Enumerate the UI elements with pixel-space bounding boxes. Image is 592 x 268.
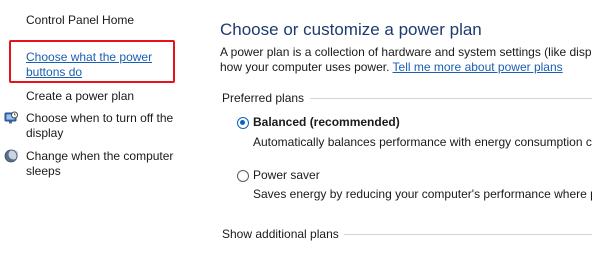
power-options-window: Control Panel Home Choose what the power… <box>0 0 592 268</box>
description-line-1: A power plan is a collection of hardware… <box>220 45 592 59</box>
balanced-radio[interactable] <box>237 117 249 129</box>
preferred-plans-divider <box>310 98 592 99</box>
show-additional-plans-toggle[interactable]: Show additional plans <box>222 227 339 241</box>
page-description: A power plan is a collection of hardware… <box>220 45 592 75</box>
power-saver-plan-description: Saves energy by reducing your computer's… <box>253 187 592 201</box>
sidebar-item-create-plan[interactable]: Create a power plan <box>26 89 134 104</box>
additional-plans-divider <box>344 234 592 235</box>
sidebar-item-sleep[interactable]: Change when the computer sleeps <box>26 149 186 179</box>
sidebar-item-power-buttons[interactable]: Choose what the power buttons do <box>26 50 176 80</box>
balanced-plan-name[interactable]: Balanced (recommended) <box>253 115 400 129</box>
description-line-2: how your computer uses power. Tell me mo… <box>220 60 592 75</box>
power-plans-help-link[interactable]: Tell me more about power plans <box>393 60 563 74</box>
description-line-2-text: how your computer uses power. <box>220 60 393 74</box>
monitor-icon <box>4 111 18 124</box>
main-content: Choose or customize a power plan A power… <box>220 0 592 268</box>
power-saver-radio[interactable] <box>237 170 249 182</box>
control-panel-home-link[interactable]: Control Panel Home <box>26 13 134 28</box>
preferred-plans-label: Preferred plans <box>222 91 305 105</box>
moon-icon <box>4 149 18 163</box>
sidebar: Control Panel Home Choose what the power… <box>0 0 200 268</box>
power-saver-plan-name[interactable]: Power saver <box>253 168 320 182</box>
balanced-plan-description: Automatically balances performance with … <box>253 135 592 149</box>
page-title: Choose or customize a power plan <box>220 20 482 39</box>
sidebar-item-display-off[interactable]: Choose when to turn off the display <box>26 111 186 141</box>
